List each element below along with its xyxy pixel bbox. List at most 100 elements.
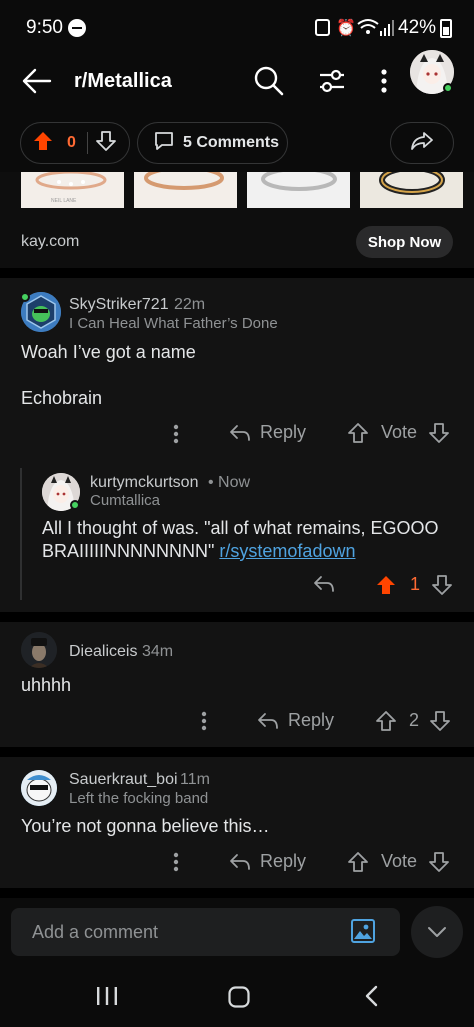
online-indicator: [20, 292, 30, 302]
vote-control: Vote: [348, 422, 449, 443]
upvote-icon[interactable]: [376, 575, 396, 595]
recent-apps-icon[interactable]: [96, 986, 118, 1011]
ad-image-ring-4[interactable]: [360, 165, 463, 208]
avatar[interactable]: [21, 770, 57, 806]
user-flair: Left the focking band: [69, 790, 209, 807]
comment-text-line: Echobrain: [21, 388, 103, 408]
scroll-down-button[interactable]: [411, 906, 463, 958]
ad-ring-brand: NEIL LANE: [51, 198, 77, 204]
comment-username[interactable]: Sauerkraut_boi: [69, 771, 178, 789]
post-action-bar: 0 5 Comments: [0, 116, 474, 172]
subreddit-link[interactable]: r/systemofadown: [219, 541, 355, 561]
downvote-icon[interactable]: [429, 851, 449, 872]
reply-button[interactable]: Reply: [257, 710, 334, 731]
reply-button[interactable]: Reply: [229, 422, 306, 443]
comment-thread-1: SkyStriker721 22m I Can Heal What Father…: [0, 278, 474, 612]
search-icon[interactable]: [254, 66, 284, 101]
shop-now-button[interactable]: Shop Now: [356, 226, 453, 258]
battery-icon: [440, 19, 452, 38]
downvote-icon[interactable]: [430, 710, 450, 731]
thread-line: [20, 468, 22, 600]
comment-username[interactable]: Diealiceis: [69, 643, 137, 661]
system-nav-bar: [0, 960, 474, 1027]
upvote-icon[interactable]: [33, 131, 53, 156]
upvote-icon[interactable]: [348, 422, 368, 443]
add-comment-placeholder: Add a comment: [32, 921, 159, 942]
comment-username[interactable]: SkyStriker721: [69, 296, 169, 314]
reply-label: Reply: [260, 851, 307, 871]
comment-4: Sauerkraut_boi 11m Left the focking band…: [0, 757, 474, 888]
battery-percent: 42%: [398, 17, 437, 38]
upvote-icon[interactable]: [348, 851, 368, 872]
comment-text: You’re not gonna believe this…: [21, 816, 270, 836]
comments-count: 5 Comments: [183, 134, 280, 151]
reply-icon: [230, 424, 250, 441]
divider: [0, 612, 474, 622]
upvote-icon[interactable]: [376, 710, 396, 731]
ad-unit[interactable]: NEIL LANE kay.com Shop Now: [0, 165, 474, 268]
status-bar: 9:50 ⏰ 42%: [0, 0, 474, 56]
page-title[interactable]: r/Metallica: [74, 70, 172, 93]
comment-time: 11m: [180, 771, 210, 788]
divider: [0, 268, 474, 278]
comment-more-icon[interactable]: [173, 852, 179, 877]
downvote-icon[interactable]: [432, 574, 452, 595]
comment-time: 34m: [142, 643, 174, 660]
comment-score: 2: [409, 710, 420, 730]
downvote-icon[interactable]: [96, 130, 116, 156]
nfc-icon: [315, 19, 330, 36]
reply-icon: [258, 712, 278, 729]
reply-icon[interactable]: [313, 575, 335, 598]
ad-domain[interactable]: kay.com: [21, 233, 79, 251]
home-icon[interactable]: [228, 986, 250, 1013]
share-button[interactable]: [390, 122, 454, 164]
user-flair: I Can Heal What Father’s Done: [69, 315, 278, 332]
post-score: 0: [67, 134, 76, 151]
wifi-icon: [357, 18, 379, 41]
comment-text-line: Woah I’ve got a name: [21, 342, 196, 362]
online-indicator: [70, 500, 80, 510]
vote-label: Vote: [381, 851, 418, 871]
comment-username[interactable]: kurtymckurtson: [90, 474, 198, 492]
shop-now-label: Shop Now: [367, 233, 442, 251]
comment-composer: Add a comment: [0, 898, 474, 960]
comment-time: 22m: [174, 296, 206, 313]
vote-control: Vote: [348, 851, 449, 872]
add-image-icon[interactable]: [351, 919, 375, 948]
divider: [0, 747, 474, 757]
comments-button[interactable]: 5 Comments: [137, 122, 288, 164]
back-arrow-icon[interactable]: [22, 68, 52, 99]
comment-score: 1: [410, 574, 421, 594]
comment-time: • Now: [208, 474, 251, 491]
comment-bubble-icon: [154, 131, 174, 156]
reply-button[interactable]: Reply: [229, 851, 306, 872]
vote-control: 1: [376, 574, 452, 595]
comment-more-icon[interactable]: [201, 711, 207, 736]
vote-divider: [87, 132, 88, 154]
comment-more-icon[interactable]: [173, 424, 179, 449]
ad-image-ring-3[interactable]: [247, 167, 350, 208]
app-bar: r/Metallica: [0, 50, 474, 116]
signal-icon: [380, 20, 394, 41]
comment-3: Diealiceis 34m uhhhh Reply 2: [0, 622, 474, 747]
comment-text: All I thought of was. "all of what remai…: [42, 517, 462, 563]
ad-image-ring-1[interactable]: NEIL LANE: [21, 170, 124, 208]
share-icon: [411, 131, 433, 156]
chevron-down-icon: [428, 927, 446, 937]
reply-label: Reply: [260, 422, 307, 442]
vote-control: 2: [376, 710, 450, 731]
post-vote-pill: 0: [20, 122, 130, 164]
add-comment-input[interactable]: Add a comment: [11, 908, 400, 956]
user-flair: Cumtallica: [90, 492, 161, 509]
downvote-icon[interactable]: [429, 422, 449, 443]
more-options-icon[interactable]: [380, 68, 388, 99]
back-icon[interactable]: [364, 985, 378, 1012]
ad-image-ring-2[interactable]: [134, 166, 237, 208]
alarm-icon: ⏰: [336, 20, 356, 37]
online-indicator: [443, 83, 453, 93]
vote-label: Vote: [381, 422, 418, 442]
comment-text: uhhhh: [21, 675, 72, 695]
avatar[interactable]: [21, 632, 57, 668]
sort-filter-icon[interactable]: [318, 67, 346, 100]
dnd-icon: [68, 19, 86, 37]
